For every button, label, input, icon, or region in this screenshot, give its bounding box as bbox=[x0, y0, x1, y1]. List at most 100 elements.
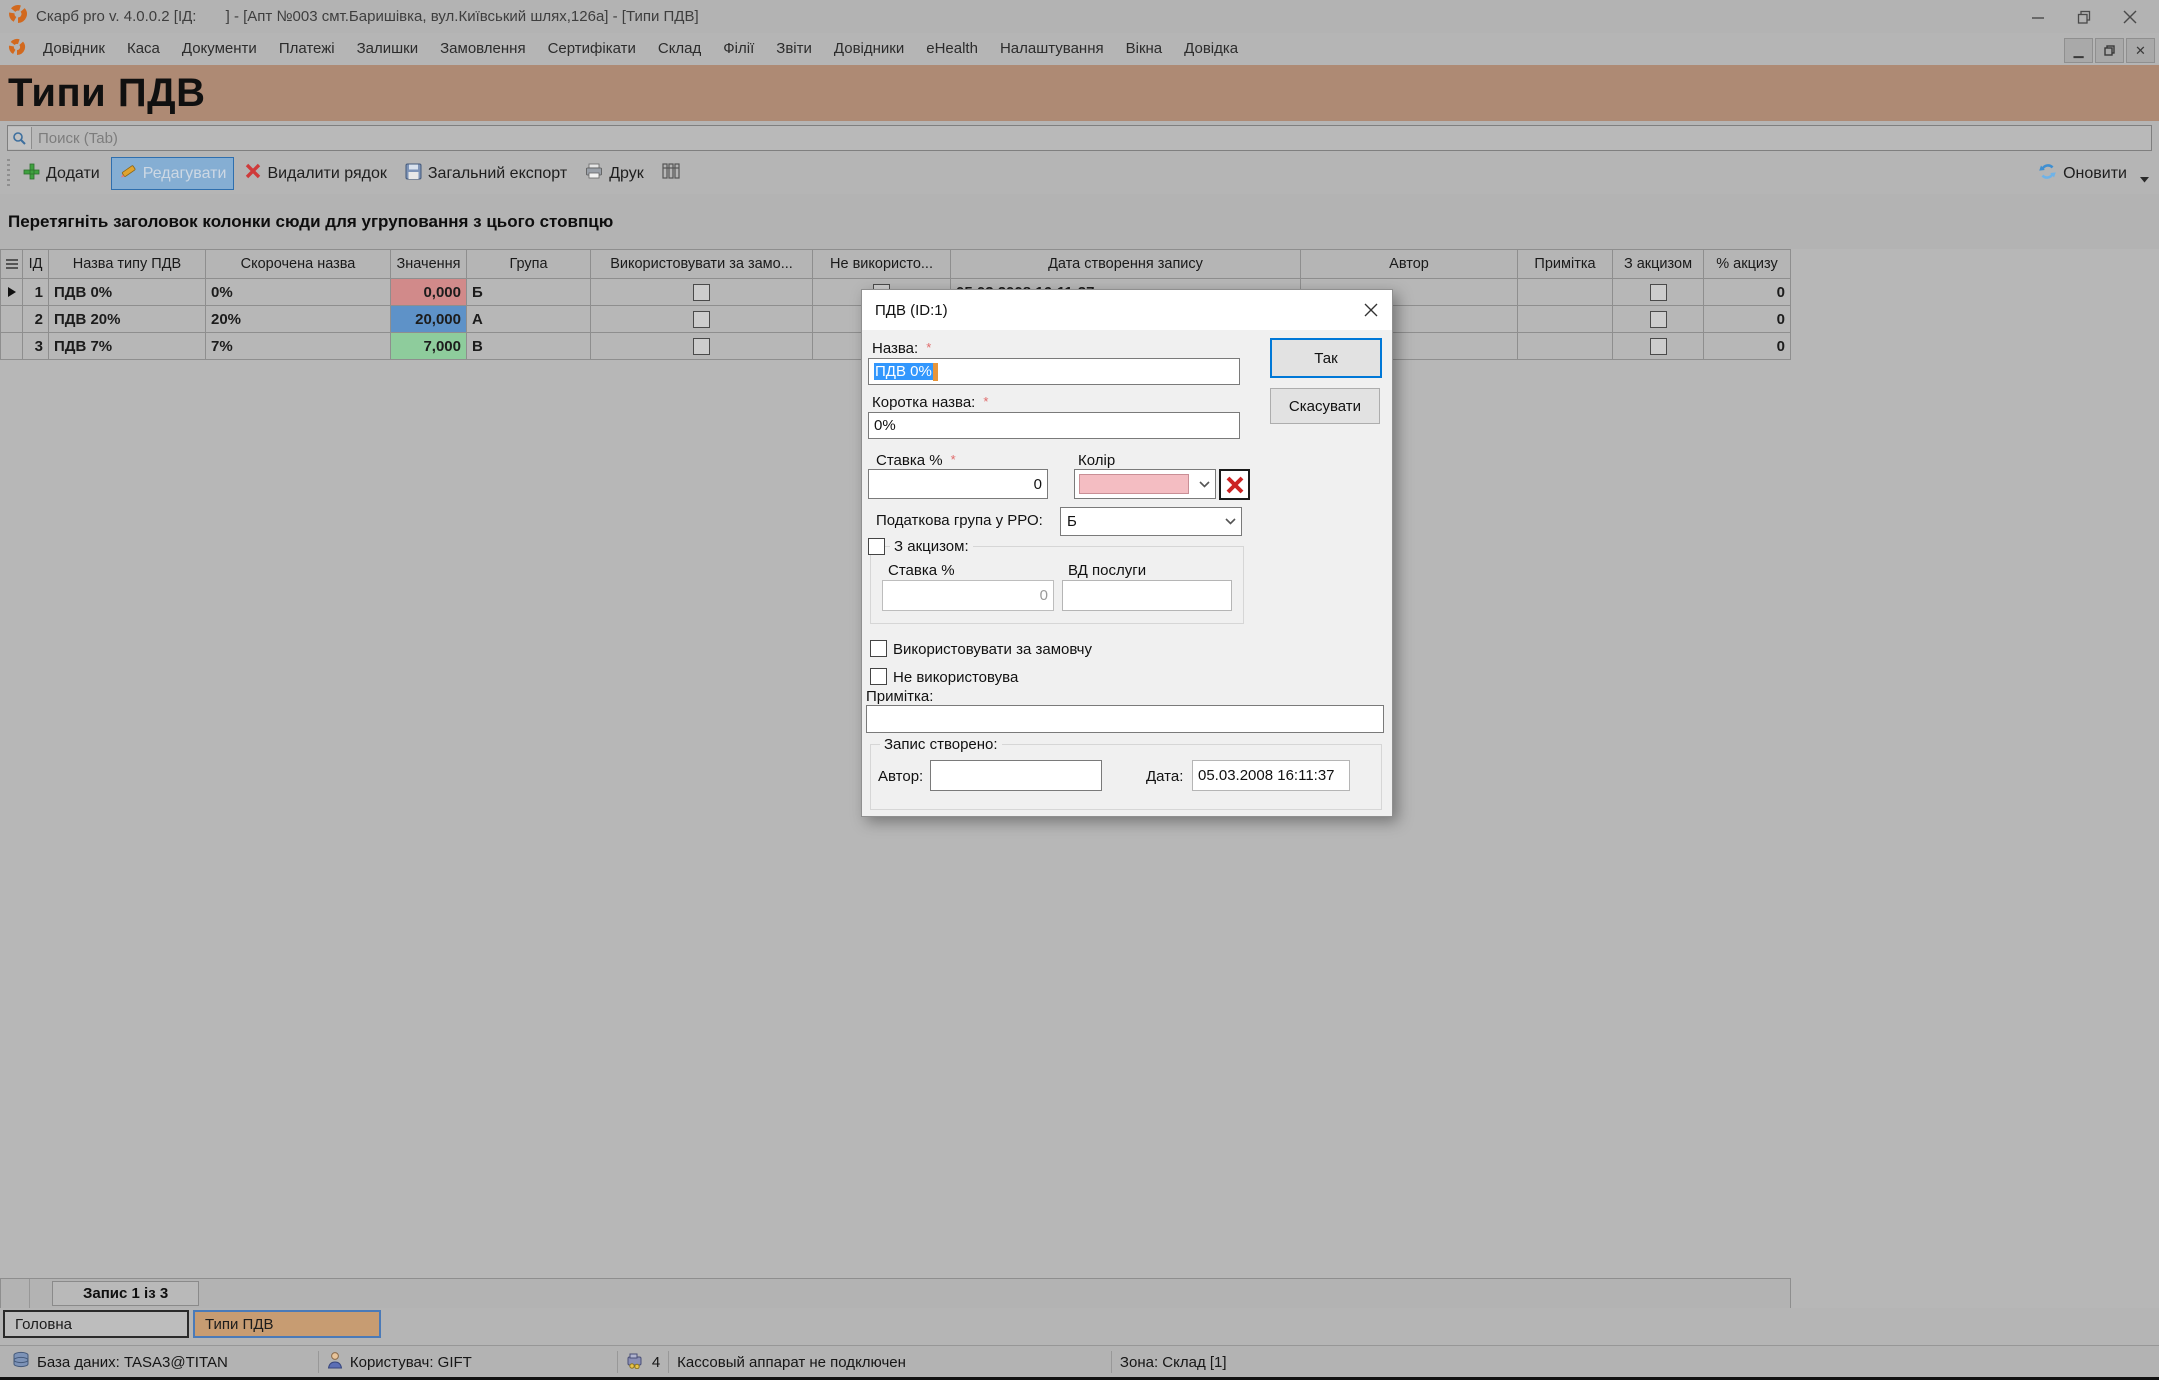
print-button[interactable]: Друк bbox=[578, 159, 651, 188]
vd-services-field[interactable] bbox=[1062, 580, 1232, 611]
dialog-close-icon[interactable] bbox=[1356, 296, 1386, 324]
name-field[interactable]: ПДВ 0% bbox=[868, 358, 1240, 385]
menu-item-kasa[interactable]: Каса bbox=[116, 33, 171, 65]
dialog-title-bar[interactable]: ПДВ (ID:1) bbox=[862, 290, 1392, 330]
cell-value[interactable]: 7,000 bbox=[391, 333, 467, 360]
column-header-value[interactable]: Значення bbox=[391, 250, 467, 279]
cell-name[interactable]: ПДВ 7% bbox=[49, 333, 206, 360]
not-used-checkbox[interactable] bbox=[870, 668, 887, 685]
checkbox[interactable] bbox=[693, 338, 710, 355]
menu-item-sertyfikaty[interactable]: Сертифікати bbox=[537, 33, 647, 65]
cell-default[interactable] bbox=[591, 279, 813, 306]
row-selector[interactable] bbox=[1, 333, 23, 360]
delete-row-button[interactable]: Видалити рядок bbox=[238, 159, 393, 188]
menu-item-dovidnyky[interactable]: Довідники bbox=[823, 33, 915, 65]
cell-name[interactable]: ПДВ 20% bbox=[49, 306, 206, 333]
tab-typy-pdv[interactable]: Типи ПДВ bbox=[193, 1310, 381, 1338]
checkbox[interactable] bbox=[693, 284, 710, 301]
menu-item-ehealth[interactable]: eHealth bbox=[915, 33, 989, 65]
search-input[interactable]: Поиск (Tab) bbox=[7, 125, 2152, 151]
cell-default[interactable] bbox=[591, 333, 813, 360]
column-header-excise[interactable]: З акцизом bbox=[1613, 250, 1704, 279]
author-field[interactable] bbox=[930, 760, 1102, 791]
checkbox[interactable] bbox=[1650, 338, 1667, 355]
refresh-dropdown-icon[interactable] bbox=[2140, 170, 2149, 188]
cell-group[interactable]: А bbox=[467, 306, 591, 333]
ok-button[interactable]: Так bbox=[1270, 338, 1382, 378]
cell-name[interactable]: ПДВ 0% bbox=[49, 279, 206, 306]
menu-item-platezhi[interactable]: Платежі bbox=[268, 33, 346, 65]
short-name-field[interactable]: 0% bbox=[868, 412, 1240, 439]
tax-group-combobox[interactable]: Б bbox=[1060, 507, 1242, 536]
cell-note[interactable] bbox=[1518, 279, 1613, 306]
menu-item-vikna[interactable]: Вікна bbox=[1115, 33, 1174, 65]
cell-excise[interactable] bbox=[1613, 306, 1704, 333]
refresh-button[interactable]: Оновити bbox=[2031, 158, 2134, 190]
column-header-author[interactable]: Автор bbox=[1301, 250, 1518, 279]
menu-item-dovidka[interactable]: Довідка bbox=[1173, 33, 1249, 65]
cancel-button[interactable]: Скасувати bbox=[1270, 388, 1380, 424]
mdi-minimize-button[interactable]: ▁ bbox=[2064, 38, 2093, 63]
cell-excise-pct[interactable]: 0 bbox=[1704, 333, 1791, 360]
chevron-down-icon[interactable] bbox=[1219, 518, 1241, 525]
cell-excise[interactable] bbox=[1613, 333, 1704, 360]
minimize-button[interactable] bbox=[2015, 2, 2061, 32]
cell-short[interactable]: 20% bbox=[206, 306, 391, 333]
color-combobox[interactable] bbox=[1074, 469, 1216, 499]
column-header-created[interactable]: Дата створення запису bbox=[951, 250, 1301, 279]
mdi-restore-button[interactable] bbox=[2095, 38, 2124, 63]
cell-excise-pct[interactable]: 0 bbox=[1704, 279, 1791, 306]
column-header-excise-pct[interactable]: % акцизу bbox=[1704, 250, 1791, 279]
menu-item-zamovlennya[interactable]: Замовлення bbox=[429, 33, 536, 65]
column-header-short[interactable]: Скорочена назва bbox=[206, 250, 391, 279]
column-header-notused[interactable]: Не використо... bbox=[813, 250, 951, 279]
note-field[interactable] bbox=[866, 705, 1384, 733]
search-icon[interactable] bbox=[8, 127, 32, 149]
cell-value[interactable]: 20,000 bbox=[391, 306, 467, 333]
menu-item-zalyshky[interactable]: Залишки bbox=[346, 33, 430, 65]
checkbox[interactable] bbox=[1650, 284, 1667, 301]
cell-note[interactable] bbox=[1518, 306, 1613, 333]
row-selector[interactable] bbox=[1, 279, 23, 306]
column-header-id[interactable]: ІД bbox=[23, 250, 49, 279]
cell-excise-pct[interactable]: 0 bbox=[1704, 306, 1791, 333]
mdi-close-button[interactable]: ✕ bbox=[2126, 38, 2155, 63]
menu-item-dovidnyk[interactable]: Довідник bbox=[32, 33, 116, 65]
menu-item-nalashtuvannya[interactable]: Налаштування bbox=[989, 33, 1115, 65]
grid-menu-icon[interactable] bbox=[6, 259, 18, 269]
menu-item-zvity[interactable]: Звіти bbox=[765, 33, 823, 65]
excise-checkbox[interactable] bbox=[868, 538, 885, 555]
tab-holovna[interactable]: Головна bbox=[3, 1310, 189, 1338]
chevron-down-icon[interactable] bbox=[1193, 481, 1215, 488]
cell-value[interactable]: 0,000 bbox=[391, 279, 467, 306]
cell-id[interactable]: 3 bbox=[23, 333, 49, 360]
row-selector[interactable] bbox=[1, 306, 23, 333]
column-header-default[interactable]: Використовувати за замо... bbox=[591, 250, 813, 279]
column-header-name[interactable]: Назва типу ПДВ bbox=[49, 250, 206, 279]
cell-default[interactable] bbox=[591, 306, 813, 333]
column-chooser-button[interactable] bbox=[655, 159, 687, 188]
column-header-group[interactable]: Група bbox=[467, 250, 591, 279]
rate-field[interactable]: 0 bbox=[868, 469, 1048, 499]
cell-group[interactable]: В bbox=[467, 333, 591, 360]
restore-button[interactable] bbox=[2061, 2, 2107, 32]
menu-item-dokumenty[interactable]: Документи bbox=[171, 33, 268, 65]
cell-id[interactable]: 1 bbox=[23, 279, 49, 306]
cell-short[interactable]: 7% bbox=[206, 333, 391, 360]
export-button[interactable]: Загальний експорт bbox=[398, 159, 574, 189]
cell-excise[interactable] bbox=[1613, 279, 1704, 306]
cell-note[interactable] bbox=[1518, 333, 1613, 360]
use-default-checkbox[interactable] bbox=[870, 640, 887, 657]
cell-short[interactable]: 0% bbox=[206, 279, 391, 306]
edit-button[interactable]: Редагувати bbox=[111, 157, 235, 190]
menu-item-sklad[interactable]: Склад bbox=[647, 33, 712, 65]
toolbar-grip[interactable] bbox=[5, 159, 12, 189]
checkbox[interactable] bbox=[693, 311, 710, 328]
excise-rate-field[interactable]: 0 bbox=[882, 580, 1054, 611]
checkbox[interactable] bbox=[1650, 311, 1667, 328]
column-header-note[interactable]: Примітка bbox=[1518, 250, 1613, 279]
cell-group[interactable]: Б bbox=[467, 279, 591, 306]
cell-id[interactable]: 2 bbox=[23, 306, 49, 333]
menu-item-filii[interactable]: Філії bbox=[712, 33, 765, 65]
close-button[interactable] bbox=[2107, 2, 2153, 32]
